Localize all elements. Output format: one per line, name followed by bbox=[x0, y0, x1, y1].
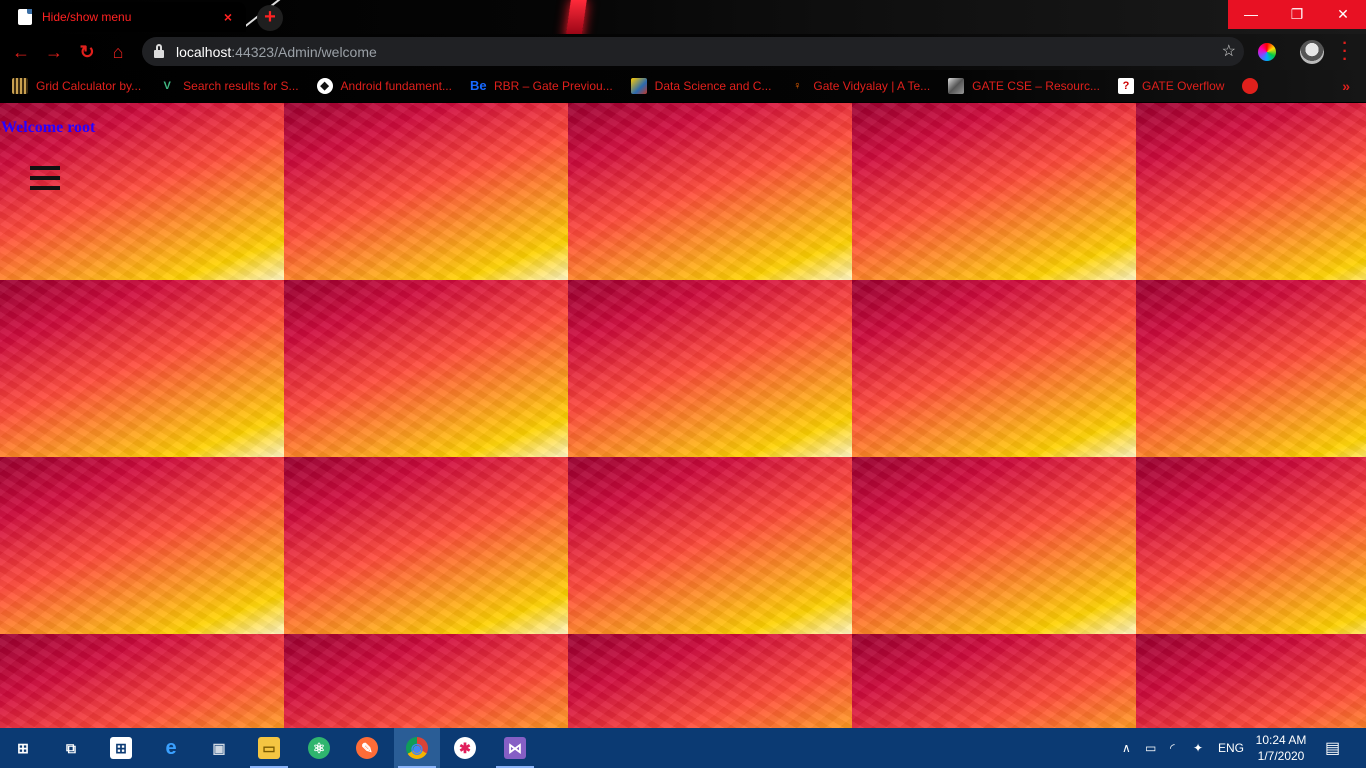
lock-icon[interactable] bbox=[154, 43, 164, 58]
browser-toolbar: ← → ↻ ⌂ localhost :44323/Admin/welcome ☆… bbox=[0, 34, 1366, 70]
show-hidden-icons[interactable]: ∧ bbox=[1122, 728, 1131, 768]
menu-bar-line bbox=[30, 176, 60, 180]
tab-title: Hide/show menu bbox=[42, 10, 132, 24]
browser-menu-icon[interactable]: · · · bbox=[1338, 36, 1352, 68]
taskbar-app-file-explorer[interactable]: ▭ bbox=[246, 728, 292, 768]
start-button[interactable]: ⊞ bbox=[0, 728, 46, 768]
url-path: :44323/Admin/welcome bbox=[231, 43, 377, 60]
behance-icon: Be bbox=[469, 78, 487, 93]
clock-time: 10:24 AM bbox=[1255, 733, 1307, 747]
bookmark-label: GATE Overflow bbox=[1141, 79, 1225, 93]
menu-bar-line bbox=[30, 166, 60, 170]
taskbar-app-postman[interactable]: ✎ bbox=[344, 728, 390, 768]
restore-button[interactable]: ❐ bbox=[1274, 0, 1320, 29]
bookmark-label: Android fundament... bbox=[340, 79, 452, 93]
url-host: localhost bbox=[176, 43, 232, 60]
bookmark-label: RBR – Gate Previou... bbox=[493, 79, 613, 93]
data-science-icon bbox=[630, 78, 647, 94]
color-extension-icon[interactable] bbox=[1258, 43, 1276, 61]
atom-icon: ⚛ bbox=[308, 737, 330, 759]
windows-taskbar: ⊞ ⧉ ⊞ e ▣ ▭ ⚛ ✎ ◉ ✱ ⋈ ∧ ▭ ◜ ✦ ENG 10:24 … bbox=[0, 728, 1366, 768]
close-window-button[interactable]: ✕ bbox=[1320, 0, 1366, 29]
taskbar-app-store[interactable]: ⊞ bbox=[98, 728, 144, 768]
windows-logo-icon: ⊞ bbox=[17, 740, 29, 756]
folder-icon: ▭ bbox=[258, 737, 280, 759]
slack-icon: ✱ bbox=[454, 737, 476, 759]
bookmark-item[interactable] bbox=[1242, 78, 1266, 94]
task-view-icon: ⧉ bbox=[66, 740, 76, 756]
grid-calculator-icon bbox=[12, 78, 28, 94]
bookmark-item[interactable]: Grid Calculator by... bbox=[12, 78, 141, 94]
store-icon: ⊞ bbox=[110, 737, 132, 759]
gate-overflow-icon: ? bbox=[1117, 78, 1134, 94]
edge-icon: e bbox=[165, 737, 177, 759]
taskbar-app-virtualbox[interactable]: ▣ bbox=[196, 728, 242, 768]
bookmark-item[interactable]: Data Science and C... bbox=[630, 78, 772, 94]
more-bookmarks-icon[interactable]: » bbox=[1342, 78, 1350, 94]
welcome-heading: Welcome root bbox=[1, 119, 96, 136]
bookmarks-bar: Grid Calculator by... V Search results f… bbox=[0, 70, 1366, 102]
browser-tab[interactable]: Hide/show menu × bbox=[8, 2, 246, 32]
language-indicator[interactable]: ENG bbox=[1218, 728, 1244, 768]
minimize-button[interactable]: — bbox=[1228, 0, 1274, 29]
bookmark-item[interactable]: ? GATE Overflow bbox=[1117, 78, 1225, 94]
bookmark-label: Search results for S... bbox=[183, 79, 299, 93]
bookmark-item[interactable]: V Search results for S... bbox=[159, 78, 298, 94]
forward-arrow-icon[interactable]: → bbox=[42, 40, 66, 64]
bookmark-label: Grid Calculator by... bbox=[36, 79, 142, 93]
page-viewport: Welcome root bbox=[0, 103, 1366, 728]
globe-icon bbox=[1242, 78, 1259, 94]
task-view-button[interactable]: ⧉ bbox=[48, 728, 94, 768]
new-tab-button[interactable]: + bbox=[257, 5, 283, 31]
taskbar-app-chrome[interactable]: ◉ bbox=[394, 728, 440, 768]
bookmark-item[interactable]: ♀ Gate Vidyalay | A Te... bbox=[789, 78, 930, 94]
android-icon: ◆ bbox=[316, 78, 333, 94]
system-clock[interactable]: 10:24 AM 1/7/2020 bbox=[1252, 732, 1310, 764]
bookmark-label: GATE CSE – Resourc... bbox=[972, 79, 1100, 93]
taskbar-app-slack[interactable]: ✱ bbox=[442, 728, 488, 768]
back-arrow-icon[interactable]: ← bbox=[9, 40, 33, 64]
wallpaper-decoration bbox=[565, 0, 587, 34]
document-icon bbox=[18, 9, 32, 25]
home-icon[interactable]: ⌂ bbox=[106, 40, 130, 64]
taskbar-app-edge[interactable]: e bbox=[148, 728, 194, 768]
bookmark-label: Data Science and C... bbox=[654, 79, 772, 93]
bookmark-item[interactable]: GATE CSE – Resourc... bbox=[948, 78, 1100, 94]
chrome-icon: ◉ bbox=[406, 737, 428, 759]
vuejs-icon: V bbox=[163, 80, 171, 92]
tab-close-icon[interactable]: × bbox=[220, 9, 236, 25]
gate-cse-icon bbox=[948, 78, 965, 94]
address-bar[interactable]: localhost :44323/Admin/welcome ☆ bbox=[142, 37, 1244, 66]
profile-avatar[interactable] bbox=[1300, 40, 1324, 64]
taskbar-app-visual-studio[interactable]: ⋈ bbox=[492, 728, 538, 768]
hamburger-menu-icon[interactable] bbox=[30, 166, 60, 194]
gate-vidyalay-icon: ♀ bbox=[793, 80, 802, 92]
wifi-icon[interactable]: ◜ bbox=[1170, 728, 1175, 768]
reload-icon[interactable]: ↻ bbox=[75, 40, 99, 64]
browser-tab-strip: Hide/show menu × + — ❐ ✕ bbox=[0, 0, 1366, 34]
clock-date: 1/7/2020 bbox=[1257, 749, 1305, 763]
bookmark-star-icon[interactable]: ☆ bbox=[1222, 41, 1236, 61]
virtualbox-icon: ▣ bbox=[212, 740, 226, 756]
dropbox-icon[interactable]: ✦ bbox=[1193, 728, 1203, 768]
bookmark-label: Gate Vidyalay | A Te... bbox=[813, 79, 931, 93]
bookmark-item[interactable]: Be RBR – Gate Previou... bbox=[470, 78, 613, 94]
postman-icon: ✎ bbox=[356, 737, 378, 759]
taskbar-app-atom[interactable]: ⚛ bbox=[296, 728, 342, 768]
battery-icon[interactable]: ▭ bbox=[1145, 728, 1156, 768]
visual-studio-icon: ⋈ bbox=[504, 737, 526, 759]
menu-bar-line bbox=[30, 186, 60, 190]
bookmark-item[interactable]: ◆ Android fundament... bbox=[316, 78, 452, 94]
notification-center-icon[interactable]: ▤ bbox=[1325, 728, 1340, 768]
